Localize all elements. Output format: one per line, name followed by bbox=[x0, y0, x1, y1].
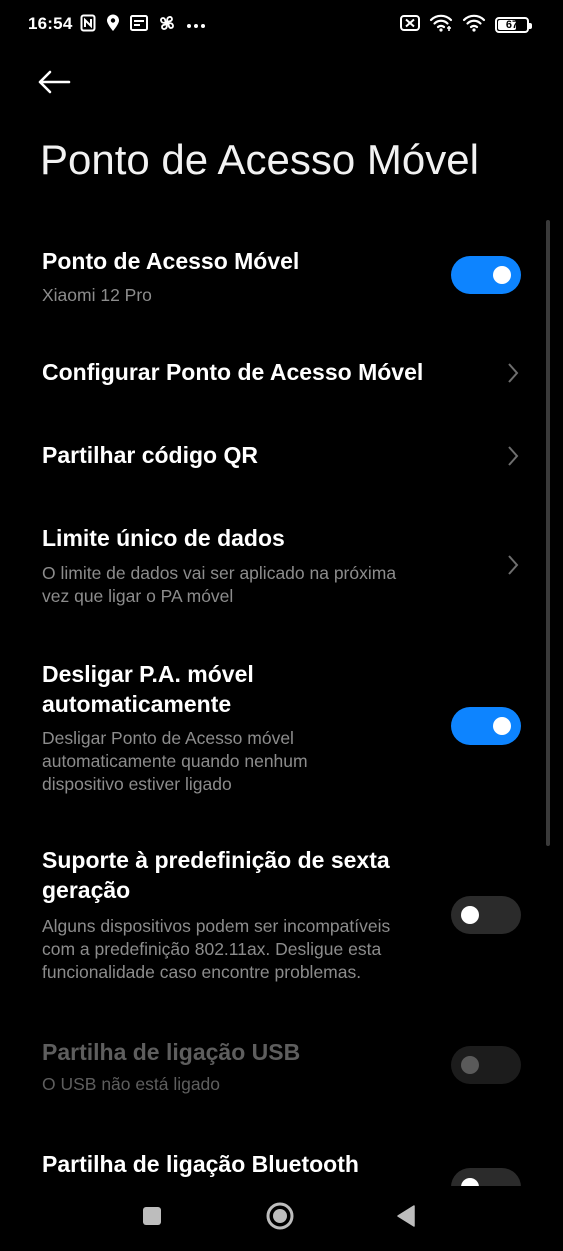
setting-row-auto-off[interactable]: Desligar P.A. móvel automaticamente Desl… bbox=[0, 650, 563, 800]
setting-title-data-limit: Limite único de dados bbox=[42, 525, 285, 551]
status-icons-left bbox=[80, 13, 206, 37]
setting-title-usb-tethering: Partilha de ligação USB bbox=[42, 1039, 301, 1065]
status-time: 16:54 bbox=[28, 14, 73, 33]
wifi-icon bbox=[462, 14, 486, 37]
setting-row-wifi6[interactable]: Suporte à predefinição de sexta geração … bbox=[0, 836, 563, 986]
usb-tethering-toggle[interactable] bbox=[451, 1046, 521, 1084]
setting-title-auto-off-line2: automaticamente bbox=[42, 691, 232, 717]
toggle-knob bbox=[461, 906, 479, 924]
setting-row-configure-hotspot[interactable]: Configurar Ponto de Acesso Móvel bbox=[0, 352, 563, 402]
setting-title-wifi6-line1: Suporte à predefinição de sexta bbox=[42, 847, 390, 873]
setting-title-auto-off-line1: Desligar P.A. móvel bbox=[42, 661, 254, 687]
setting-row-hotspot[interactable]: Ponto de Acesso Móvel Xiaomi 12 Pro bbox=[0, 242, 563, 332]
status-icons-right: 67 bbox=[400, 13, 532, 37]
setting-subtitle-wifi6-line1: Alguns dispositivos podem ser incompatív… bbox=[42, 916, 391, 936]
home-button[interactable] bbox=[262, 1200, 298, 1236]
back-button[interactable] bbox=[32, 62, 76, 106]
toggle-knob bbox=[493, 717, 511, 735]
chevron-right-icon bbox=[505, 553, 521, 577]
setting-subtitle-data-limit-line2: vez que ligar o PA móvel bbox=[42, 586, 234, 606]
setting-subtitle-usb-tethering: O USB não está ligado bbox=[42, 1074, 221, 1094]
chevron-right-icon bbox=[505, 444, 521, 468]
setting-row-share-qr[interactable]: Partilhar código QR bbox=[0, 434, 563, 484]
battery-indicator: 67 bbox=[495, 17, 532, 33]
home-circle-icon bbox=[265, 1201, 295, 1236]
setting-title-configure-hotspot: Configurar Ponto de Acesso Móvel bbox=[42, 359, 424, 385]
auto-off-toggle[interactable] bbox=[451, 707, 521, 745]
notification-icon bbox=[130, 14, 148, 36]
recents-button[interactable] bbox=[134, 1200, 170, 1236]
setting-title-wifi6-line2: geração bbox=[42, 877, 131, 903]
setting-row-usb-tethering[interactable]: Partilha de ligação USB O USB não está l… bbox=[0, 1034, 563, 1104]
setting-subtitle-wifi6-line3: funcionalidade caso encontre problemas. bbox=[42, 962, 362, 982]
hotspot-toggle[interactable] bbox=[451, 256, 521, 294]
setting-title-hotspot: Ponto de Acesso Móvel bbox=[42, 248, 300, 274]
toggle-knob bbox=[493, 266, 511, 284]
fan-icon bbox=[158, 14, 176, 37]
no-sim-icon bbox=[400, 14, 420, 36]
nfc-icon bbox=[80, 14, 96, 37]
toggle-knob bbox=[461, 1056, 479, 1074]
setting-subtitle-hotspot: Xiaomi 12 Pro bbox=[42, 285, 152, 305]
page-title: Ponto de Acesso Móvel bbox=[40, 136, 479, 183]
back-nav-button[interactable] bbox=[388, 1200, 424, 1236]
navigation-bar bbox=[0, 1186, 563, 1251]
battery-cap bbox=[529, 23, 532, 29]
arrow-left-icon bbox=[37, 70, 71, 99]
back-triangle-icon bbox=[396, 1204, 416, 1233]
setting-subtitle-wifi6-line2: com a predefinição 802.11ax. Desligue es… bbox=[42, 939, 382, 959]
setting-title-share-qr: Partilhar código QR bbox=[42, 442, 258, 468]
setting-row-data-limit[interactable]: Limite único de dados O limite de dados … bbox=[0, 516, 563, 616]
setting-subtitle-data-limit-line1: O limite de dados vai ser aplicado na pr… bbox=[42, 563, 397, 583]
location-icon bbox=[106, 14, 120, 37]
hotspot-wifi-icon bbox=[429, 14, 453, 37]
setting-title-bluetooth-tethering: Partilha de ligação Bluetooth bbox=[42, 1151, 359, 1177]
more-dots-icon bbox=[186, 16, 206, 34]
setting-subtitle-auto-off-line3: dispositivo estiver ligado bbox=[42, 774, 232, 794]
wifi6-toggle[interactable] bbox=[451, 896, 521, 934]
battery-level: 67 bbox=[505, 19, 519, 31]
setting-subtitle-auto-off-line2: automaticamente quando nenhum bbox=[42, 751, 308, 771]
status-bar: 16:54 67 bbox=[0, 0, 563, 50]
chevron-right-icon bbox=[505, 361, 521, 385]
recents-square-icon bbox=[142, 1206, 162, 1231]
setting-subtitle-auto-off-line1: Desligar Ponto de Acesso móvel bbox=[42, 728, 294, 748]
